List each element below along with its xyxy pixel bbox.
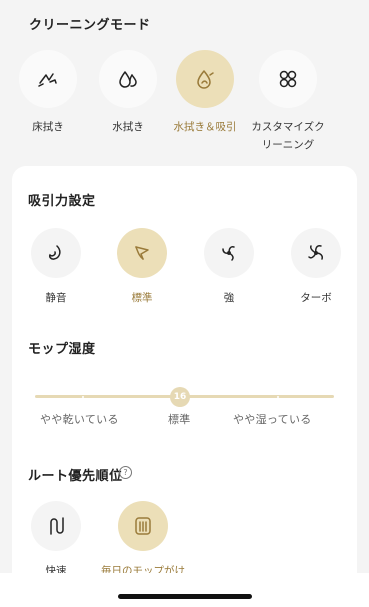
mop-humidity-slider-thumb[interactable]: 16 — [170, 387, 190, 407]
home-indicator[interactable] — [118, 594, 252, 599]
suction-quiet-circle[interactable] — [31, 228, 81, 278]
mop-humidity-label-standard: 標準 — [168, 413, 191, 426]
suction-turbo-label: ターボ — [300, 292, 332, 304]
mop-humidity-title: モップ湿度 — [28, 342, 96, 357]
daily-mop-route-icon — [135, 517, 151, 535]
wipe-and-suction-icon — [197, 70, 214, 89]
suction-quiet-label: 静音 — [45, 292, 67, 304]
mode-floor-wipe-label: 床拭き — [32, 121, 64, 133]
floor-wipe-icon — [38, 73, 57, 87]
mode-water-wipe-circle[interactable] — [99, 50, 157, 108]
turbo-fan-icon — [308, 245, 323, 260]
route-daily-mop-circle[interactable] — [118, 501, 168, 551]
route-fast[interactable]: 快速 — [16, 501, 96, 578]
help-icon[interactable]: ? — [119, 466, 132, 479]
fast-route-icon — [50, 517, 64, 535]
bottom-bar — [0, 573, 369, 607]
quiet-fan-icon — [49, 245, 61, 260]
suction-turbo-circle[interactable] — [291, 228, 341, 278]
route-daily-mop[interactable]: 毎日のモップがけ — [101, 501, 185, 578]
route-fast-circle[interactable] — [31, 501, 81, 551]
water-drops-icon — [119, 71, 137, 88]
suction-quiet[interactable]: 静音 — [21, 228, 91, 305]
suction-standard-circle[interactable] — [117, 228, 167, 278]
suction-strong-circle[interactable] — [204, 228, 254, 278]
mode-custom-cleaning-label-line1: カスタマイズク — [251, 121, 325, 133]
mop-humidity-label-wet: やや湿っている — [233, 413, 312, 426]
custom-clover-icon — [279, 70, 297, 88]
mode-wipe-and-suction-circle[interactable] — [176, 50, 234, 108]
suction-title: 吸引力設定 — [28, 194, 96, 209]
mode-custom-cleaning-circle[interactable] — [259, 50, 317, 108]
suction-standard[interactable]: 標準 — [107, 228, 177, 305]
mode-custom-cleaning-label-line2: リーニング — [261, 139, 315, 151]
mode-water-wipe[interactable]: 水拭き — [88, 50, 168, 136]
mode-water-wipe-label: 水拭き — [112, 121, 144, 133]
cleaning-mode-title: クリーニングモード — [29, 18, 151, 33]
standard-fan-icon — [135, 246, 149, 260]
mop-humidity-label-dry: やや乾いている — [40, 413, 119, 426]
slider-tick — [277, 395, 279, 398]
suction-turbo[interactable]: ターボ — [281, 228, 351, 305]
mode-wipe-and-suction[interactable]: 水拭き＆吸引 — [165, 50, 245, 136]
mode-custom-cleaning-label: カスタマイズク リーニング — [251, 118, 324, 154]
mode-wipe-and-suction-label: 水拭き＆吸引 — [173, 121, 237, 133]
slider-tick — [82, 395, 84, 398]
mode-floor-wipe-circle[interactable] — [19, 50, 77, 108]
suction-strong-label: 強 — [223, 292, 235, 304]
mode-floor-wipe[interactable]: 床拭き — [8, 50, 88, 136]
route-priority-title: ルート優先順位 — [28, 469, 123, 484]
strong-fan-icon — [222, 246, 235, 261]
mode-custom-cleaning[interactable]: カスタマイズク リーニング — [248, 50, 328, 154]
suction-standard-label: 標準 — [131, 292, 153, 304]
suction-strong[interactable]: 強 — [194, 228, 264, 305]
